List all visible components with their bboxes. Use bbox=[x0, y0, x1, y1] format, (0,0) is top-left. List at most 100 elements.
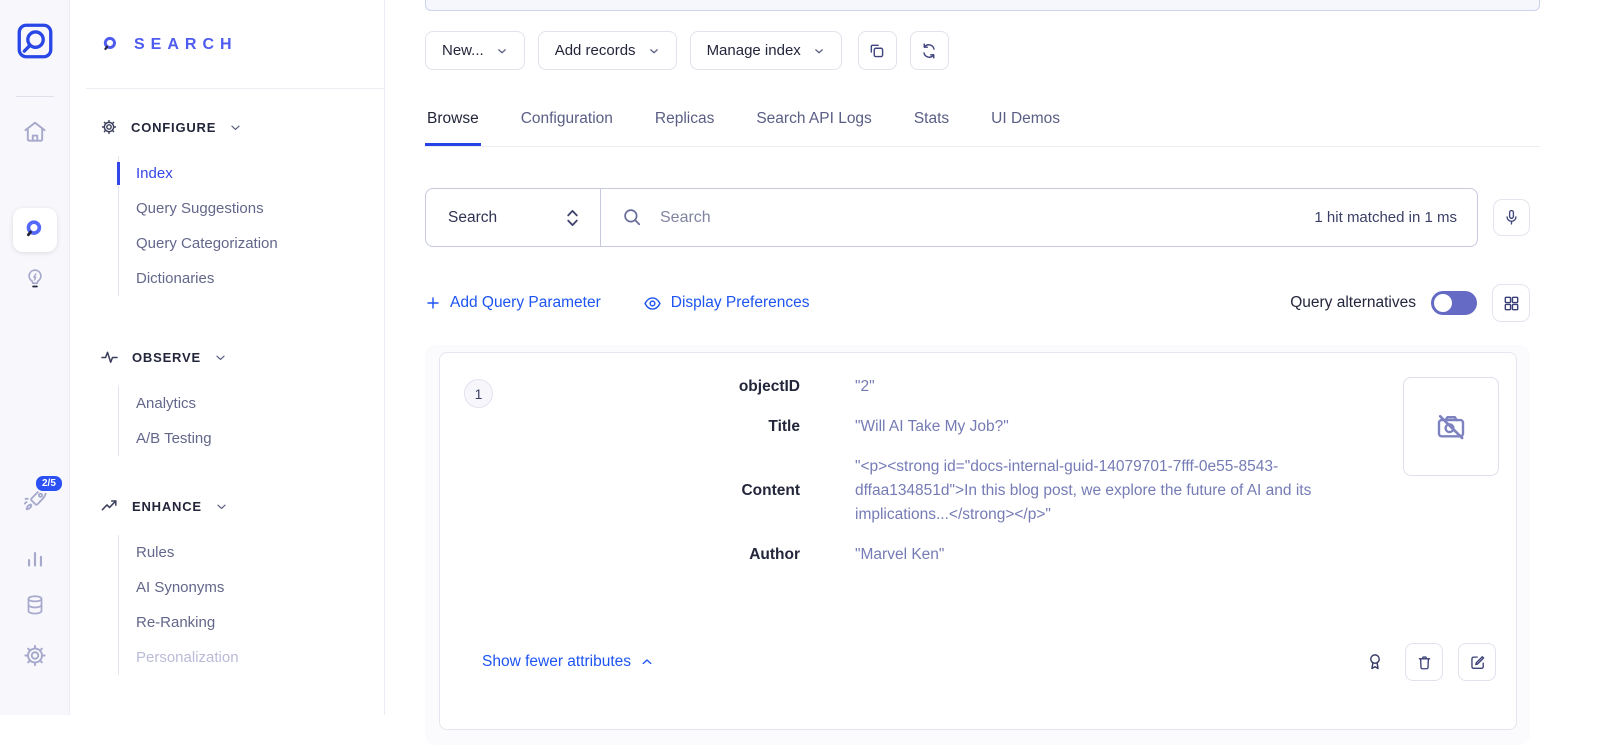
search-row: Search 1 hit matched in 1 ms bbox=[425, 188, 1530, 247]
search-input[interactable] bbox=[660, 209, 1298, 227]
add-records-button[interactable]: Add records bbox=[538, 31, 677, 70]
chevron-down-icon bbox=[648, 45, 660, 57]
display-preferences-link[interactable]: Display Preferences bbox=[643, 294, 810, 313]
search-stats: 1 hit matched in 1 ms bbox=[1314, 209, 1457, 226]
tab-search-api-logs[interactable]: Search API Logs bbox=[754, 104, 873, 146]
refresh-icon bbox=[919, 41, 939, 61]
tab-ui-demos[interactable]: UI Demos bbox=[989, 104, 1062, 146]
database-icon[interactable] bbox=[22, 592, 48, 618]
hit-card: 1 objectID "2" Title "Will AI Take My Jo… bbox=[439, 352, 1517, 730]
sidebar-item-index[interactable]: Index bbox=[136, 156, 278, 191]
voice-search-button[interactable] bbox=[1493, 199, 1530, 236]
sidebar-item-query-suggestions[interactable]: Query Suggestions bbox=[136, 191, 278, 226]
attr-value-objectid: "2" bbox=[855, 375, 1375, 399]
microphone-icon bbox=[1502, 208, 1521, 227]
chevron-down-icon bbox=[229, 121, 242, 134]
hit-actions bbox=[1360, 643, 1496, 681]
sidebar-item-rules[interactable]: Rules bbox=[136, 535, 239, 570]
award-ribbon-icon bbox=[1364, 651, 1386, 673]
search-magnifier-icon bbox=[100, 34, 122, 56]
sidebar-item-analytics[interactable]: Analytics bbox=[136, 386, 212, 421]
add-query-parameter-link[interactable]: Add Query Parameter bbox=[425, 294, 601, 312]
hit-thumbnail-placeholder bbox=[1403, 377, 1499, 476]
eye-icon bbox=[643, 294, 662, 313]
promote-record-button[interactable] bbox=[1360, 647, 1390, 677]
refresh-button[interactable] bbox=[910, 31, 949, 70]
layout-grid-button[interactable] bbox=[1492, 284, 1530, 322]
query-options-row: Add Query Parameter Display Preferences … bbox=[425, 284, 1530, 322]
add-query-parameter-label: Add Query Parameter bbox=[450, 294, 601, 312]
index-selector-partial[interactable] bbox=[425, 0, 1540, 11]
sidebar-header: SEARCH bbox=[100, 34, 238, 56]
configure-items: Index Query Suggestions Query Categoriza… bbox=[118, 156, 278, 296]
tab-configuration[interactable]: Configuration bbox=[519, 104, 615, 146]
settings-gear-icon[interactable] bbox=[21, 642, 48, 669]
chevron-down-icon bbox=[496, 45, 508, 57]
edit-pencil-icon bbox=[1468, 653, 1487, 672]
index-tabs: Browse Configuration Replicas Search API… bbox=[425, 104, 1540, 147]
show-fewer-attributes-link[interactable]: Show fewer attributes bbox=[482, 653, 654, 671]
display-preferences-label: Display Preferences bbox=[671, 294, 810, 312]
copy-index-button[interactable] bbox=[858, 31, 897, 70]
app-rail: 2/5 bbox=[0, 0, 70, 715]
show-fewer-label: Show fewer attributes bbox=[482, 653, 631, 671]
new-button[interactable]: New... bbox=[425, 31, 525, 70]
hits-panel: 1 objectID "2" Title "Will AI Take My Jo… bbox=[425, 345, 1530, 745]
attr-value-title: "Will AI Take My Job?" bbox=[855, 415, 1375, 439]
sidebar-divider bbox=[86, 88, 384, 89]
plus-icon bbox=[425, 295, 441, 311]
section-enhance[interactable]: ENHANCE bbox=[100, 497, 228, 516]
query-options-right: Query alternatives bbox=[1290, 284, 1530, 322]
algolia-logo-icon[interactable] bbox=[14, 20, 56, 62]
section-observe[interactable]: OBSERVE bbox=[100, 348, 227, 367]
chevron-down-icon bbox=[813, 45, 825, 57]
chevron-down-icon bbox=[215, 500, 228, 513]
search-mode-value: Search bbox=[448, 209, 497, 227]
copy-icon bbox=[867, 41, 887, 61]
usage-badge: 2/5 bbox=[34, 474, 64, 493]
sidebar-item-personalization[interactable]: Personalization bbox=[136, 640, 239, 675]
chevron-up-icon bbox=[640, 655, 654, 669]
manage-index-button[interactable]: Manage index bbox=[690, 31, 842, 70]
sidebar-item-ab-testing[interactable]: A/B Testing bbox=[136, 421, 212, 456]
tab-replicas[interactable]: Replicas bbox=[653, 104, 716, 146]
no-image-camera-icon bbox=[1433, 409, 1469, 445]
toggle-knob bbox=[1434, 294, 1452, 312]
section-observe-label: OBSERVE bbox=[132, 350, 201, 365]
search-product-icon[interactable] bbox=[13, 208, 57, 252]
tab-browse[interactable]: Browse bbox=[425, 104, 481, 146]
attr-name-author: Author bbox=[500, 546, 800, 564]
hit-rank-badge: 1 bbox=[464, 379, 493, 408]
sidebar: SEARCH CONFIGURE Index Query Suggestions… bbox=[70, 0, 385, 715]
analytics-bars-icon[interactable] bbox=[22, 546, 48, 572]
enhance-trend-icon bbox=[100, 497, 119, 516]
edit-record-button[interactable] bbox=[1458, 643, 1496, 681]
new-button-label: New... bbox=[442, 42, 484, 59]
query-alternatives-label: Query alternatives bbox=[1290, 294, 1416, 312]
hit-attributes: objectID "2" Title "Will AI Take My Job?… bbox=[500, 375, 1375, 567]
add-records-label: Add records bbox=[555, 42, 636, 59]
observe-pulse-icon bbox=[100, 348, 119, 367]
hit-footer: Show fewer attributes bbox=[482, 643, 1496, 681]
sidebar-item-dictionaries[interactable]: Dictionaries bbox=[136, 261, 278, 296]
search-mode-select[interactable]: Search bbox=[426, 189, 601, 246]
query-alternatives-toggle[interactable] bbox=[1431, 291, 1477, 315]
home-icon[interactable] bbox=[21, 118, 48, 145]
recommend-bulb-icon[interactable] bbox=[22, 266, 48, 292]
sidebar-item-re-ranking[interactable]: Re-Ranking bbox=[136, 605, 239, 640]
observe-items: Analytics A/B Testing bbox=[118, 386, 212, 456]
delete-record-button[interactable] bbox=[1405, 643, 1443, 681]
chevron-down-icon bbox=[214, 351, 227, 364]
sidebar-title: SEARCH bbox=[134, 36, 238, 54]
updown-chevrons-icon bbox=[565, 207, 580, 229]
enhance-items: Rules AI Synonyms Re-Ranking Personaliza… bbox=[118, 535, 239, 675]
section-configure-label: CONFIGURE bbox=[131, 120, 216, 135]
section-configure[interactable]: CONFIGURE bbox=[100, 118, 242, 136]
sidebar-item-query-categorization[interactable]: Query Categorization bbox=[136, 226, 278, 261]
tab-stats[interactable]: Stats bbox=[912, 104, 951, 146]
section-enhance-label: ENHANCE bbox=[132, 499, 202, 514]
search-bar: Search 1 hit matched in 1 ms bbox=[425, 188, 1478, 247]
trash-icon bbox=[1415, 653, 1434, 672]
index-toolbar: New... Add records Manage index bbox=[425, 31, 949, 70]
sidebar-item-ai-synonyms[interactable]: AI Synonyms bbox=[136, 570, 239, 605]
